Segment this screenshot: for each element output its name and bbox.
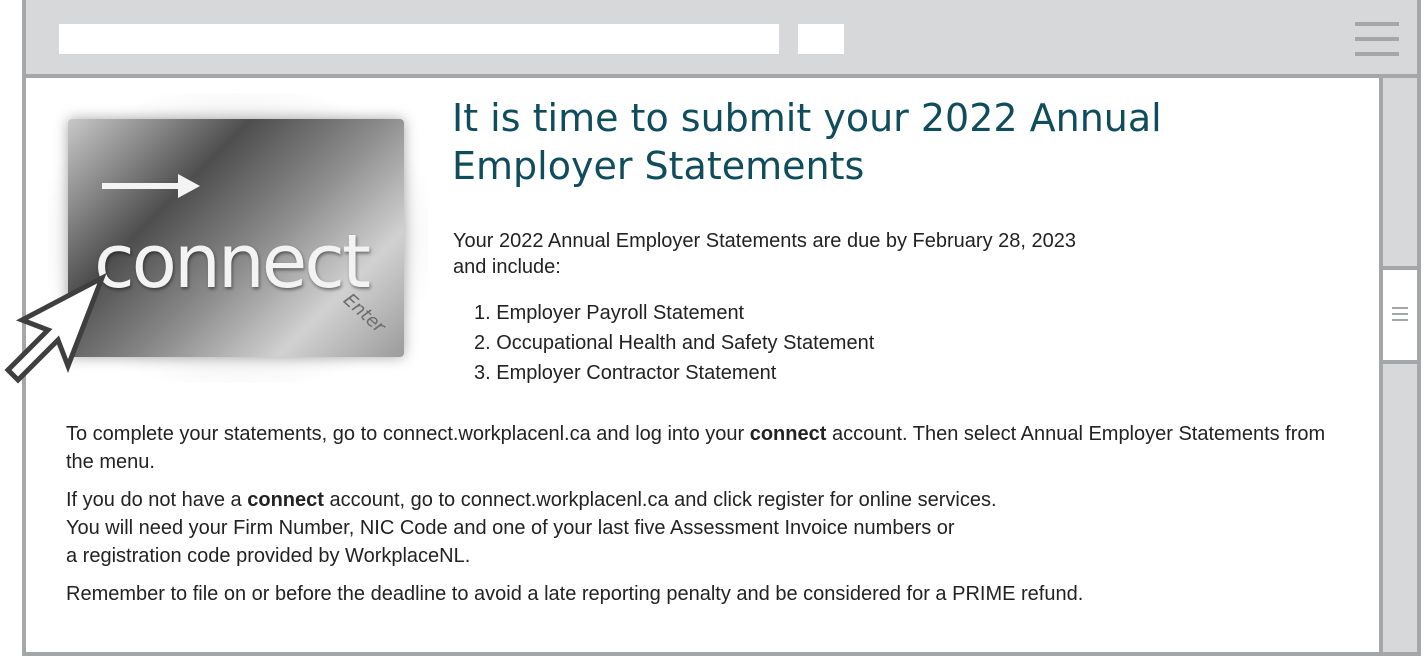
intro-text: Your 2022 Annual Employer Statements are… xyxy=(453,230,1076,278)
deadline-paragraph: Remember to file on or before the deadli… xyxy=(66,583,1084,605)
cursor-arrow-icon xyxy=(4,272,107,384)
scrollbar-thumb[interactable] xyxy=(1383,266,1417,364)
text-line: a registration code provided by Workplac… xyxy=(66,545,471,567)
text-line: If you do not have a connect account, go… xyxy=(66,489,997,511)
vertical-scrollbar[interactable] xyxy=(1379,78,1417,652)
text-run: If you do not have a xyxy=(66,489,248,511)
list-item: 2. Occupational Health and Safety Statem… xyxy=(474,332,875,354)
connect-word: connect xyxy=(94,219,371,305)
connect-bold: connect xyxy=(749,423,827,445)
browser-toolbar xyxy=(26,0,1417,78)
list-item: 1. Employer Payroll Statement xyxy=(474,302,745,324)
registration-paragraph: If you do not have a connect account, go… xyxy=(66,486,1356,570)
list-item: 3. Employer Contractor Statement xyxy=(474,362,777,384)
page-title: It is time to submit your 2022 Annual Em… xyxy=(452,96,1162,188)
instructions-paragraph: To complete your statements, go to conne… xyxy=(66,420,1356,476)
grip-lines-icon xyxy=(1392,307,1408,321)
text-line: You will need your Firm Number, NIC Code… xyxy=(66,517,955,539)
body-copy: To complete your statements, go to conne… xyxy=(66,420,1356,618)
arrow-right-icon xyxy=(102,174,200,198)
text-run: To complete your statements, go to conne… xyxy=(66,423,750,445)
hamburger-menu-icon[interactable] xyxy=(1355,22,1399,56)
text-run: account, go to connect.workplacenl.ca an… xyxy=(323,489,997,511)
go-button[interactable] xyxy=(798,24,844,54)
statement-list: 1. Employer Payroll Statement 2. Occupat… xyxy=(474,298,874,388)
connect-bold: connect xyxy=(247,489,324,511)
address-bar[interactable] xyxy=(59,24,779,54)
